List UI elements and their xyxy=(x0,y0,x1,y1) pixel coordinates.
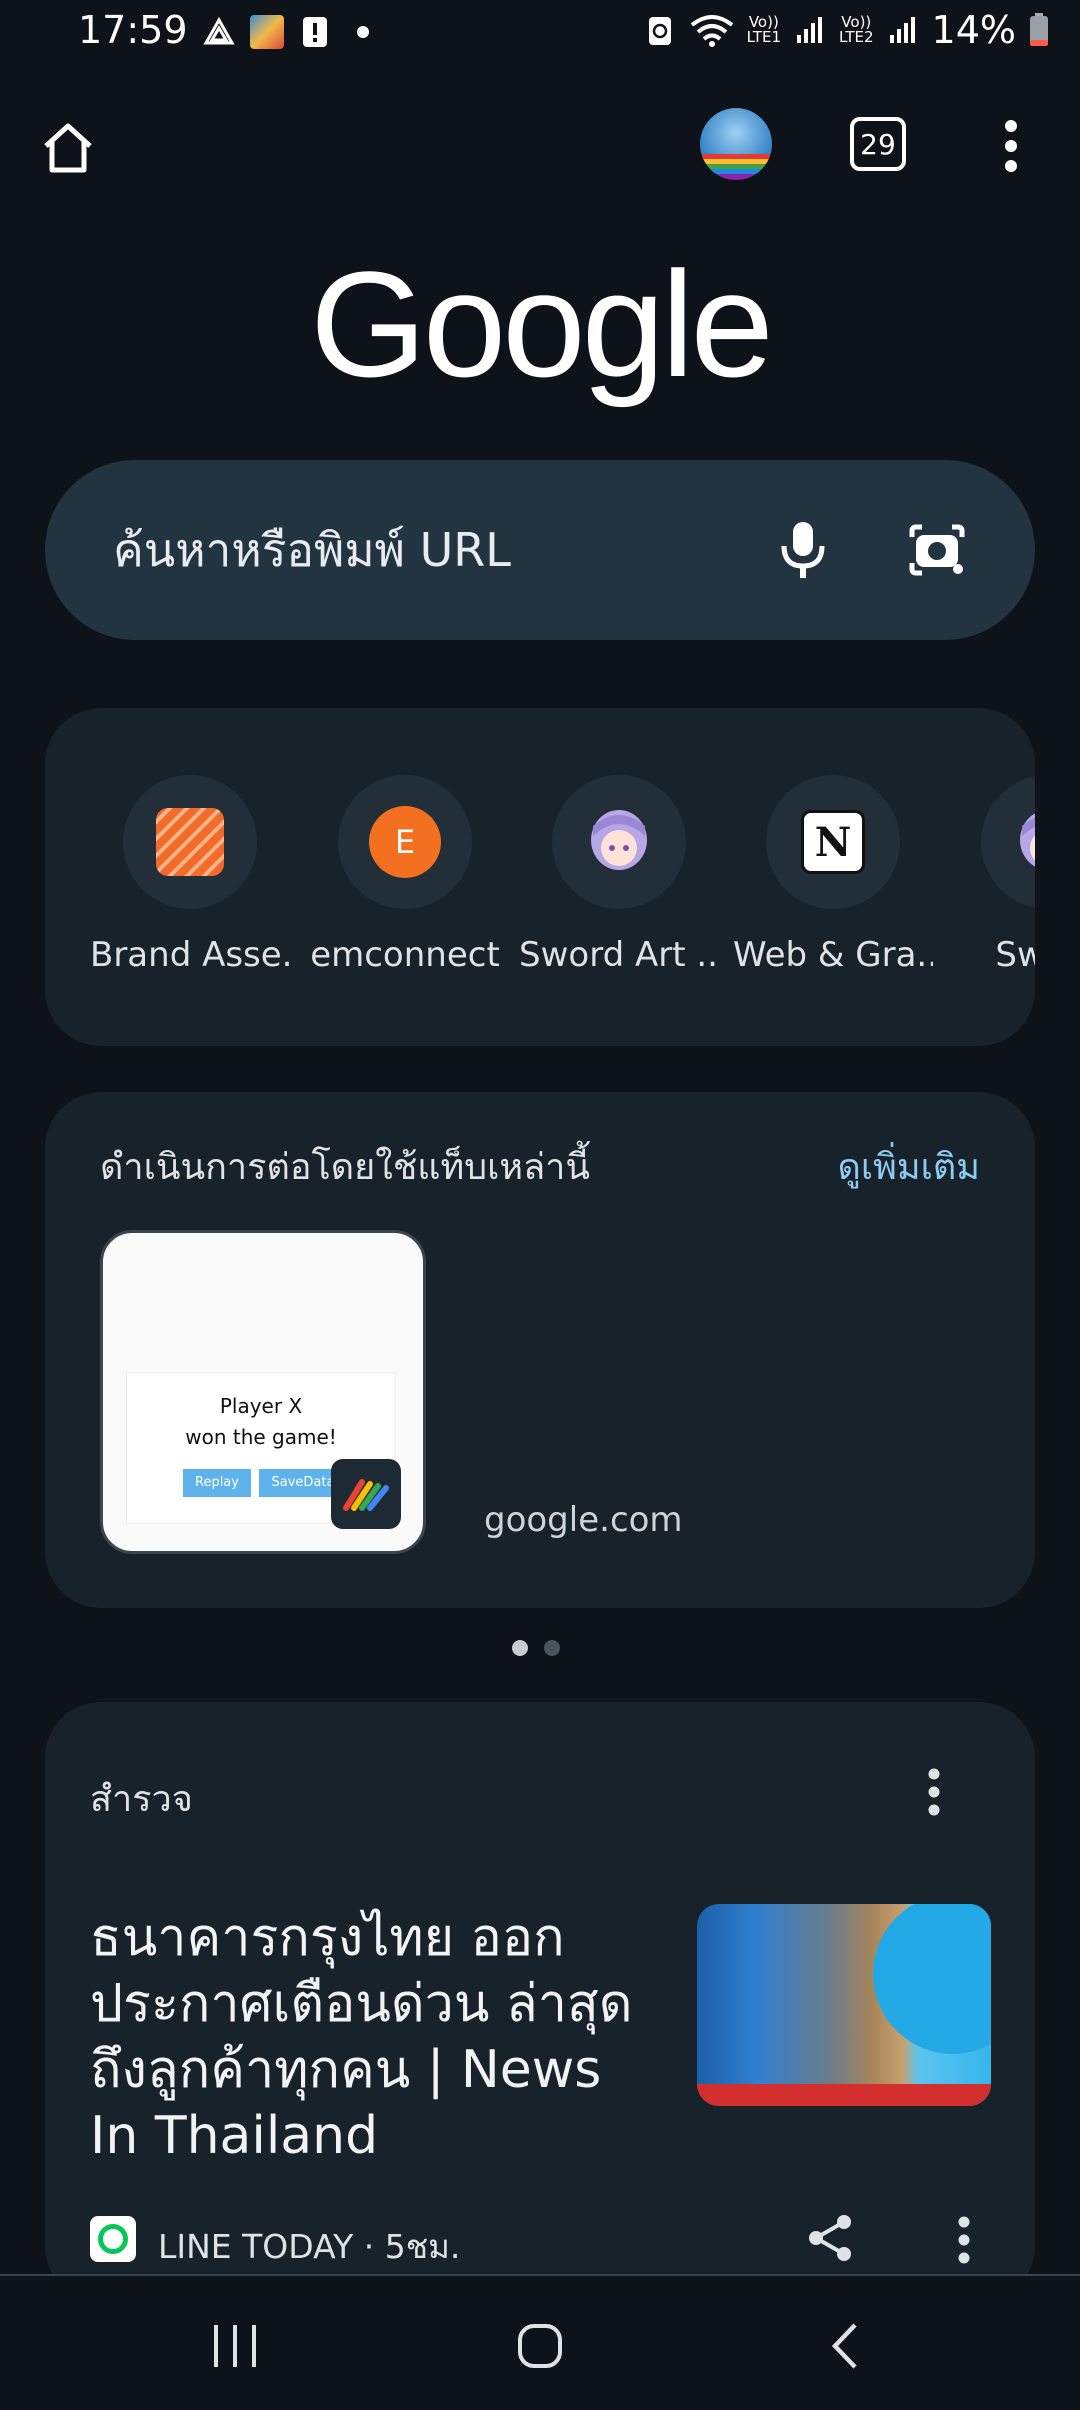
site-favicon xyxy=(331,1459,401,1529)
shortcut-tile[interactable]: Sword xyxy=(948,775,1035,975)
battery-percent: 14% xyxy=(931,8,1016,52)
replay-button: Replay xyxy=(183,1469,251,1497)
shortcut-tile[interactable]: N Web & Gra... xyxy=(733,775,933,975)
search-box[interactable]: ค้นหาหรือพิมพ์ URL xyxy=(45,460,1035,640)
share-button[interactable] xyxy=(800,2208,860,2268)
notion-icon: N xyxy=(801,810,865,874)
share-icon xyxy=(809,2215,851,2261)
drive-icon xyxy=(202,15,236,49)
news-menu-button[interactable] xyxy=(942,2208,986,2272)
news-headline[interactable]: ธนาคารกรุงไทย ออกประกาศเตือนด่วน ล่าสุด … xyxy=(90,1905,650,2169)
shortcut-label: Sword Art ... xyxy=(519,935,719,975)
recent-apps-button[interactable] xyxy=(190,2306,280,2386)
shortcuts-card: Brand Asse... E emconnect Sword Art ... … xyxy=(45,708,1035,1046)
see-more-link[interactable]: ดูเพิ่มเติม xyxy=(837,1138,980,1195)
brand-assets-icon xyxy=(156,808,224,876)
shortcut-label: emconnect xyxy=(310,935,500,975)
voice-search-button[interactable] xyxy=(763,510,843,590)
gemini-app-icon xyxy=(343,1479,389,1511)
tab-switcher-button[interactable]: 29 xyxy=(846,112,910,176)
more-vert-icon xyxy=(958,2216,970,2264)
home-nav-icon xyxy=(518,2324,562,2368)
lte1-label: Vo)) LTE1 xyxy=(746,13,782,46)
system-status: Vo)) LTE1 Vo)) LTE2 14% xyxy=(643,8,1050,52)
profile-avatar[interactable] xyxy=(700,108,772,180)
discover-title: สำรวจ xyxy=(90,1779,193,1820)
news-source: LINE TODAY · 5ชม. xyxy=(158,2227,461,2266)
signal-icon xyxy=(793,13,827,47)
emconnect-icon: E xyxy=(369,806,441,878)
home-button[interactable] xyxy=(30,110,106,186)
signal-icon xyxy=(886,13,920,47)
recycle-icon xyxy=(643,13,677,47)
anime-character-icon xyxy=(1020,813,1035,867)
tab-count: 29 xyxy=(850,117,906,171)
shortcut-label: Sword xyxy=(995,935,1035,975)
status-bar: 17:59 Vo)) LTE1 Vo)) LTE2 14% xyxy=(0,0,1080,66)
camera-lens-icon xyxy=(909,524,965,576)
nav-home-button[interactable] xyxy=(495,2306,585,2386)
alert-icon xyxy=(298,15,332,49)
status-time: 17:59 xyxy=(78,8,188,52)
wifi-icon xyxy=(689,13,735,47)
notification-icons xyxy=(202,12,380,52)
news-image[interactable] xyxy=(697,1904,991,2106)
back-button[interactable] xyxy=(800,2306,890,2386)
game-app-icon xyxy=(250,15,284,49)
shortcut-label: Brand Asse... xyxy=(90,935,290,975)
avatar-image-icon xyxy=(700,154,772,180)
more-vert-icon xyxy=(1005,120,1017,172)
page-indicator-active xyxy=(512,1640,528,1656)
discover-menu-button[interactable] xyxy=(912,1760,956,1824)
home-icon xyxy=(44,123,92,173)
page-indicator xyxy=(544,1640,560,1656)
thumbnail-line-1: Player X xyxy=(219,1394,303,1418)
line-today-logo-icon xyxy=(90,2216,136,2262)
shortcut-tile[interactable]: Sword Art ... xyxy=(519,775,719,975)
back-icon xyxy=(831,2323,857,2369)
thumbnail-line-2: won the game! xyxy=(185,1425,337,1449)
continue-title: ดำเนินการต่อโดยใช้แท็บเหล่านี้ xyxy=(100,1147,590,1188)
shortcut-tile[interactable]: E emconnect xyxy=(305,775,505,975)
shortcut-tile[interactable]: Brand Asse... xyxy=(90,775,290,975)
tab-site-label[interactable]: google.com xyxy=(484,1500,683,1540)
system-navigation-bar xyxy=(0,2274,1080,2410)
recents-icon xyxy=(214,2325,256,2367)
search-placeholder: ค้นหาหรือพิมพ์ URL xyxy=(113,523,511,577)
lte2-label: Vo)) LTE2 xyxy=(839,13,874,46)
microphone-icon xyxy=(781,522,825,578)
lens-search-button[interactable] xyxy=(897,510,977,590)
anime-character-icon xyxy=(591,810,647,870)
menu-button[interactable] xyxy=(990,110,1032,182)
battery-icon xyxy=(1028,13,1050,47)
more-vert-icon xyxy=(928,1768,940,1816)
google-logo: Google xyxy=(310,240,774,408)
shortcut-label: Web & Gra... xyxy=(733,935,933,975)
more-notifications-dot-icon xyxy=(346,15,380,49)
tab-thumbnail[interactable]: Player X won the game! Replay SaveData xyxy=(100,1230,426,1554)
